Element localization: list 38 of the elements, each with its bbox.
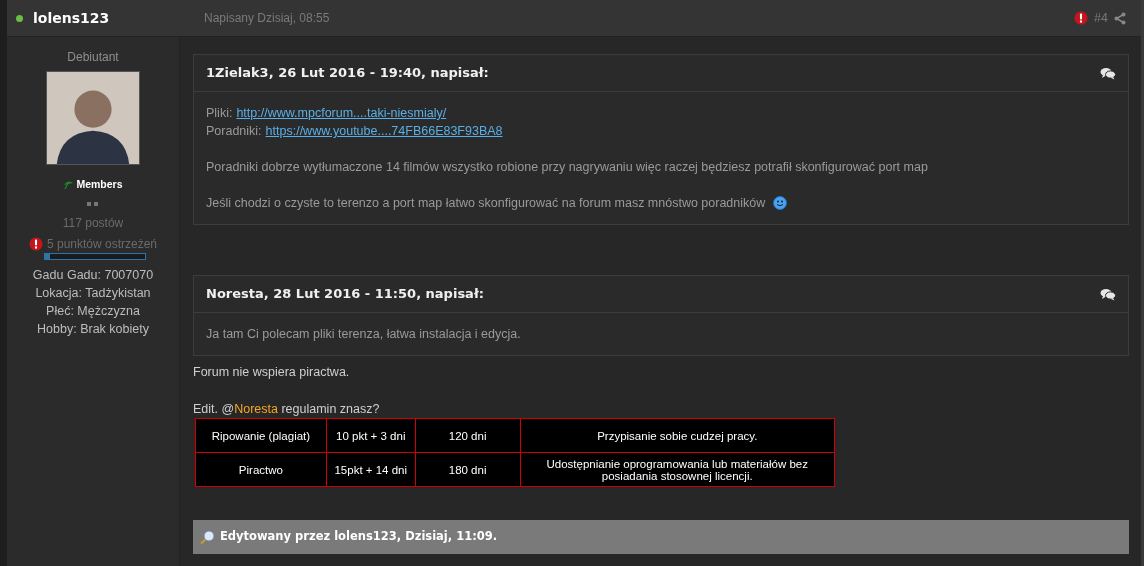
user-mention[interactable]: Noresta — [234, 402, 278, 416]
profile-field: Lokacja: Tadżykistan — [35, 283, 151, 302]
quote-text: Jeśli chodzi o czyste to terenzo a port map łatwo skonfigurować na forum masz mnóstwo poradników — [206, 195, 766, 212]
table-cell: Ripowanie (plagiat) — [195, 418, 327, 453]
share-icon[interactable] — [1114, 11, 1126, 25]
edited-note: Edytowany przez lolens123, Dzisiaj, 11:09. — [220, 528, 498, 546]
quote-text: Ja tam Ci polecam pliki terenza, łatwa instalacja i edycja. — [206, 326, 521, 343]
warning-points: 5 punktów ostrzeżeń — [46, 235, 158, 253]
user-group: Members — [76, 177, 123, 193]
link[interactable]: http://www.mpcforum....taki-niesmialy/ — [236, 104, 447, 122]
link[interactable]: https://www.youtube....74FB66E83F93BA8 — [265, 122, 503, 140]
magnifier-icon — [200, 530, 215, 544]
author-name[interactable]: lolens123 — [33, 7, 204, 29]
speech-bubbles-icon — [1100, 66, 1116, 80]
table-cell: Przypisanie sobie cudzej pracy. — [520, 418, 835, 453]
speech-bubbles-icon — [1100, 287, 1116, 301]
user-rank: Debiutant — [67, 49, 119, 66]
link-label: Poradniki: — [206, 123, 262, 140]
profile-field: Hobby: Brak kobiety — [37, 319, 149, 338]
link-label: Pliki: — [206, 105, 233, 122]
post-text: Edit. @Noresta regulamin znasz? — [193, 401, 381, 418]
table-cell: 10 pkt + 3 dni — [326, 418, 416, 453]
profile-field: Gadu Gadu: 7007070 — [32, 265, 154, 284]
rank-pips-icon — [87, 201, 99, 206]
umbrella-icon — [63, 179, 75, 190]
quote-citation: Noresta, 28 Lut 2016 - 11:50, napisał: — [206, 285, 484, 304]
quote-text: Poradniki dobrze wytłumaczone 14 filmów wszystko robione przy nagrywaniu więc raczej będziesz potrafił skonfigurować port map — [206, 159, 928, 176]
table-cell: Udostępnianie oprogramowania lub materiałów bez posiadania stosownej licencji. — [520, 452, 835, 487]
post-count: 117 postów — [62, 214, 124, 232]
post-text: Forum nie wspiera piractwa. — [193, 364, 351, 381]
table-cell: 120 dni — [415, 418, 520, 453]
post-date: Napisany Dzisiaj, 08:55 — [204, 10, 330, 27]
table-cell: 180 dni — [415, 452, 520, 487]
profile-field: Płeć: Mężczyzna — [46, 301, 140, 320]
table-cell: 15pkt + 14 dni — [326, 452, 416, 487]
quote-citation: 1Zielak3, 26 Lut 2016 - 19:40, napisał: — [206, 64, 489, 83]
table-cell: Piractwo — [195, 452, 327, 487]
warning-icon — [28, 236, 43, 251]
